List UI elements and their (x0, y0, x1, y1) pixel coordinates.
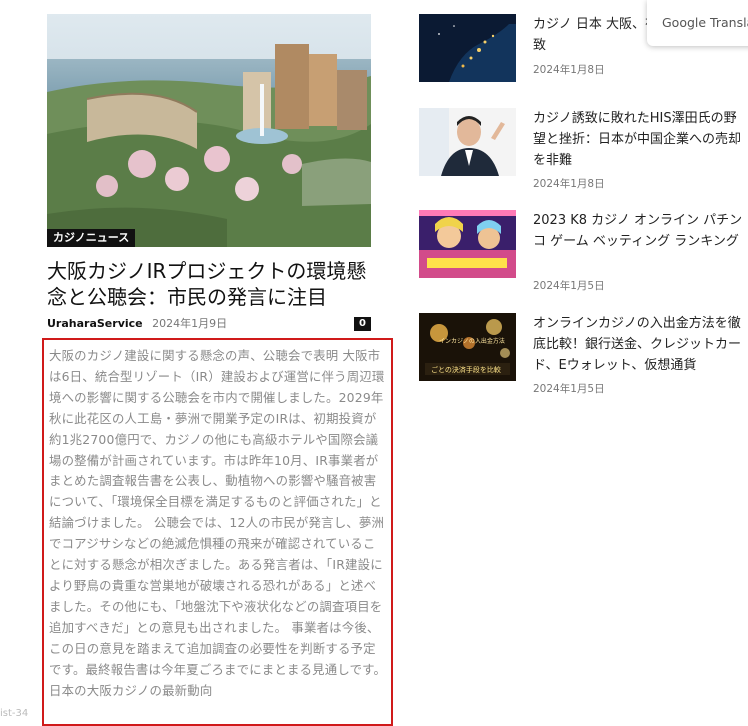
google-translate-popup[interactable]: Google Translate (647, 0, 748, 46)
post-date: 2024年1月8日 (533, 64, 605, 76)
post-date: 2024年1月5日 (533, 280, 605, 292)
post-title[interactable]: オンラインカジノの入出金方法を徹底比較！銀行送金、クレジットカード、Eウォレット… (533, 313, 748, 376)
author-link[interactable]: UraharaService (47, 317, 143, 330)
post-thumbnail[interactable] (419, 14, 516, 82)
thumbnail-caption-top: インカジノの入出金方法 (439, 337, 505, 345)
comment-count-badge[interactable]: 0 (354, 317, 371, 331)
feature-title[interactable]: 大阪カジノIRプロジェクトの環境懸念と公聴会：市民の発言に注目 (47, 258, 377, 310)
post-title[interactable]: カジノ誘致に敗れたHIS澤田氏の野望と挫折：日本が中国企業への売却を非難 (533, 108, 748, 171)
article-excerpt: 大阪のカジノ建設に関する懸念の声、公聴会で表明 大阪市は6日、統合型リゾート（I… (49, 348, 387, 698)
edge-clipped-text: ist-34 (0, 708, 29, 719)
article-meta: UraharaService 2024年1月9日 (47, 316, 371, 332)
category-badge[interactable]: カジノニュース (47, 229, 136, 247)
thumbnail-caption: ごとの決済手段を比較 (431, 365, 501, 374)
post-thumbnail[interactable] (419, 108, 516, 176)
post-title[interactable]: 2023 K8 カジノ オンライン パチンコ ゲーム ベッティング ランキング (533, 210, 748, 252)
feature-image[interactable] (47, 14, 371, 247)
post-thumbnail[interactable] (419, 210, 516, 278)
publish-date: 2024年1月9日 (152, 317, 228, 330)
google-translate-logo[interactable]: Google Translate (662, 15, 748, 30)
excerpt-highlight-box: 大阪のカジノ建設に関する懸念の声、公聴会で表明 大阪市は6日、統合型リゾート（I… (42, 338, 393, 726)
post-date: 2024年1月5日 (533, 383, 605, 395)
post-thumbnail[interactable]: インカジノの入出金方法 ごとの決済手段を比較 (419, 313, 516, 381)
post-date: 2024年1月8日 (533, 178, 605, 190)
